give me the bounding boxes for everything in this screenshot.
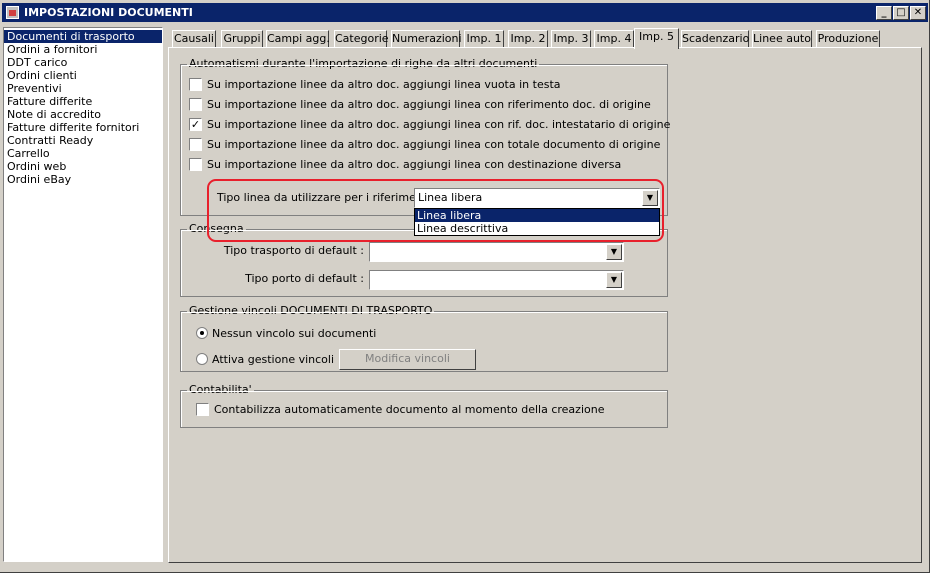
group-contabilita: Contabilita' Contabilizza automaticament… — [180, 383, 668, 428]
tab-gruppi[interactable]: Gruppi — [221, 30, 263, 48]
tipo-porto-dropdown-button[interactable]: ▼ — [606, 272, 622, 288]
option-rif-intestatario-label: Su importazione linee da altro doc. aggi… — [207, 118, 671, 131]
sidebar-item-note-di-accredito[interactable]: Note di accredito — [4, 108, 162, 121]
group-vincoli: Gestione vincoli DOCUMENTI DI TRASPORTO … — [180, 304, 668, 372]
checkbox-rif-intestatario[interactable]: ✓ — [189, 117, 202, 131]
group-vincoli-title: Gestione vincoli DOCUMENTI DI TRASPORTO — [187, 304, 435, 318]
sidebar-item-ordini-web[interactable]: Ordini web — [4, 160, 162, 173]
tab-strip: Causali Gruppi Campi agg. Categorie Nume… — [168, 28, 926, 49]
sidebar-item-carrello[interactable]: Carrello — [4, 147, 162, 160]
close-button[interactable]: ✕ — [910, 6, 926, 20]
tipo-linea-selected-value: Linea libera — [418, 191, 483, 204]
option-totale-documento[interactable]: Su importazione linee da altro doc. aggi… — [189, 137, 660, 153]
chevron-down-icon: ▼ — [610, 247, 618, 256]
checkbox-contabilizza[interactable] — [196, 402, 209, 416]
radio-nessun-vincolo-indicator[interactable] — [196, 327, 208, 339]
tab-categorie[interactable]: Categorie — [334, 30, 389, 48]
option-totale-documento-label: Su importazione linee da altro doc. aggi… — [207, 138, 661, 151]
maximize-button[interactable]: □ — [893, 6, 909, 20]
tab-imp-1[interactable]: Imp. 1 — [464, 30, 504, 48]
modifica-vincoli-button[interactable]: Modifica vincoli — [339, 349, 476, 370]
option-linea-vuota[interactable]: Su importazione linee da altro doc. aggi… — [189, 77, 561, 93]
tab-causali[interactable]: Causali — [172, 30, 216, 48]
close-icon: ✕ — [913, 7, 923, 18]
tipo-linea-label: Tipo linea da utilizzare per i riferimen… — [217, 191, 438, 204]
tab-produzione[interactable]: Produzione — [816, 30, 880, 48]
sidebar-item-fatture-differite[interactable]: Fatture differite — [4, 95, 162, 108]
document-type-list[interactable]: Documenti di trasporto Ordini a fornitor… — [3, 27, 163, 562]
tab-linee-auto[interactable]: Linee auto — [752, 30, 812, 48]
dropdown-option-linea-descrittiva[interactable]: Linea descrittiva — [415, 222, 659, 235]
checkbox-totale-documento[interactable] — [189, 137, 202, 151]
chevron-down-icon: ▼ — [646, 193, 654, 202]
group-contabilita-title: Contabilita' — [187, 383, 254, 397]
settings-window: IMPOSTAZIONI DOCUMENTI _ □ ✕ Documenti d… — [0, 0, 930, 573]
option-rif-intestatario[interactable]: ✓ Su importazione linee da altro doc. agg… — [189, 117, 670, 133]
tipo-trasporto-dropdown-button[interactable]: ▼ — [606, 244, 622, 260]
dropdown-option-linea-libera[interactable]: Linea libera — [415, 209, 659, 222]
group-consegna-title: Consegna — [187, 222, 246, 236]
radio-attiva-vincoli-indicator[interactable] — [196, 353, 208, 365]
radio-nessun-vincolo-label: Nessun vincolo sui documenti — [212, 327, 377, 340]
maximize-icon: □ — [896, 7, 906, 18]
option-riferimento-doc-label: Su importazione linee da altro doc. aggi… — [207, 98, 651, 111]
window-title: IMPOSTAZIONI DOCUMENTI — [24, 6, 193, 19]
sidebar-item-fatture-differite-fornitori[interactable]: Fatture differite fornitori — [4, 121, 162, 134]
group-automatismi: Automatismi durante l'importazione di ri… — [180, 57, 670, 236]
tab-panel-imp-5: Automatismi durante l'importazione di ri… — [168, 47, 922, 563]
sidebar-item-documenti-di-trasporto[interactable]: Documenti di trasporto — [4, 30, 162, 43]
tipo-porto-label: Tipo porto di default : — [245, 272, 364, 285]
tab-imp-5[interactable]: Imp. 5 — [634, 28, 679, 49]
sidebar-item-ordini-ebay[interactable]: Ordini eBay — [4, 173, 162, 186]
tab-campi-agg[interactable]: Campi agg. — [266, 30, 330, 48]
tipo-trasporto-label: Tipo trasporto di default : — [223, 244, 364, 257]
radio-nessun-vincolo[interactable]: Nessun vincolo sui documenti — [196, 326, 376, 342]
title-bar[interactable]: IMPOSTAZIONI DOCUMENTI _ □ ✕ — [2, 3, 928, 22]
tab-scadenzario[interactable]: Scadenzario — [681, 30, 749, 48]
tipo-linea-dropdown-list: Linea libera Linea descrittiva — [414, 208, 660, 236]
app-icon — [6, 6, 19, 19]
chevron-down-icon: ▼ — [610, 275, 618, 284]
option-riferimento-doc[interactable]: Su importazione linee da altro doc. aggi… — [189, 97, 651, 113]
settings-main: Causali Gruppi Campi agg. Categorie Nume… — [168, 28, 926, 563]
tab-imp-3[interactable]: Imp. 3 — [551, 30, 591, 48]
tipo-linea-select[interactable]: Linea libera ▼ — [414, 188, 660, 208]
tipo-linea-dropdown-button[interactable]: ▼ — [642, 190, 658, 206]
sidebar-item-ordini-clienti[interactable]: Ordini clienti — [4, 69, 162, 82]
minimize-icon: _ — [881, 7, 887, 18]
checkbox-destinazione-diversa[interactable] — [189, 157, 202, 171]
option-contabilizza-label: Contabilizza automaticamente documento a… — [214, 403, 605, 416]
tab-numerazioni[interactable]: Numerazioni — [391, 30, 462, 48]
sidebar-item-ddt-carico[interactable]: DDT carico — [4, 56, 162, 69]
tab-imp-2[interactable]: Imp. 2 — [508, 30, 548, 48]
sidebar-item-ordini-a-fornitori[interactable]: Ordini a fornitori — [4, 43, 162, 56]
group-automatismi-title: Automatismi durante l'importazione di ri… — [187, 57, 540, 71]
radio-attiva-vincoli[interactable]: Attiva gestione vincoli — [196, 352, 334, 368]
sidebar-item-contratti-ready[interactable]: Contratti Ready — [4, 134, 162, 147]
checkbox-linea-vuota[interactable] — [189, 77, 202, 91]
tab-imp-4[interactable]: Imp. 4 — [594, 30, 634, 48]
tipo-trasporto-select[interactable]: ▼ — [369, 242, 624, 262]
checkmark-icon: ✓ — [190, 117, 201, 131]
group-consegna: Consegna Tipo trasporto di default : ▼ T… — [180, 222, 668, 297]
tipo-porto-select[interactable]: ▼ — [369, 270, 624, 290]
minimize-button[interactable]: _ — [876, 6, 892, 20]
checkbox-riferimento-doc[interactable] — [189, 97, 202, 111]
radio-attiva-vincoli-label: Attiva gestione vincoli — [212, 353, 335, 366]
option-destinazione-diversa-label: Su importazione linee da altro doc. aggi… — [207, 158, 622, 171]
option-destinazione-diversa[interactable]: Su importazione linee da altro doc. aggi… — [189, 157, 621, 173]
sidebar-item-preventivi[interactable]: Preventivi — [4, 82, 162, 95]
option-contabilizza[interactable]: Contabilizza automaticamente documento a… — [196, 402, 604, 418]
option-linea-vuota-label: Su importazione linee da altro doc. aggi… — [207, 78, 561, 91]
